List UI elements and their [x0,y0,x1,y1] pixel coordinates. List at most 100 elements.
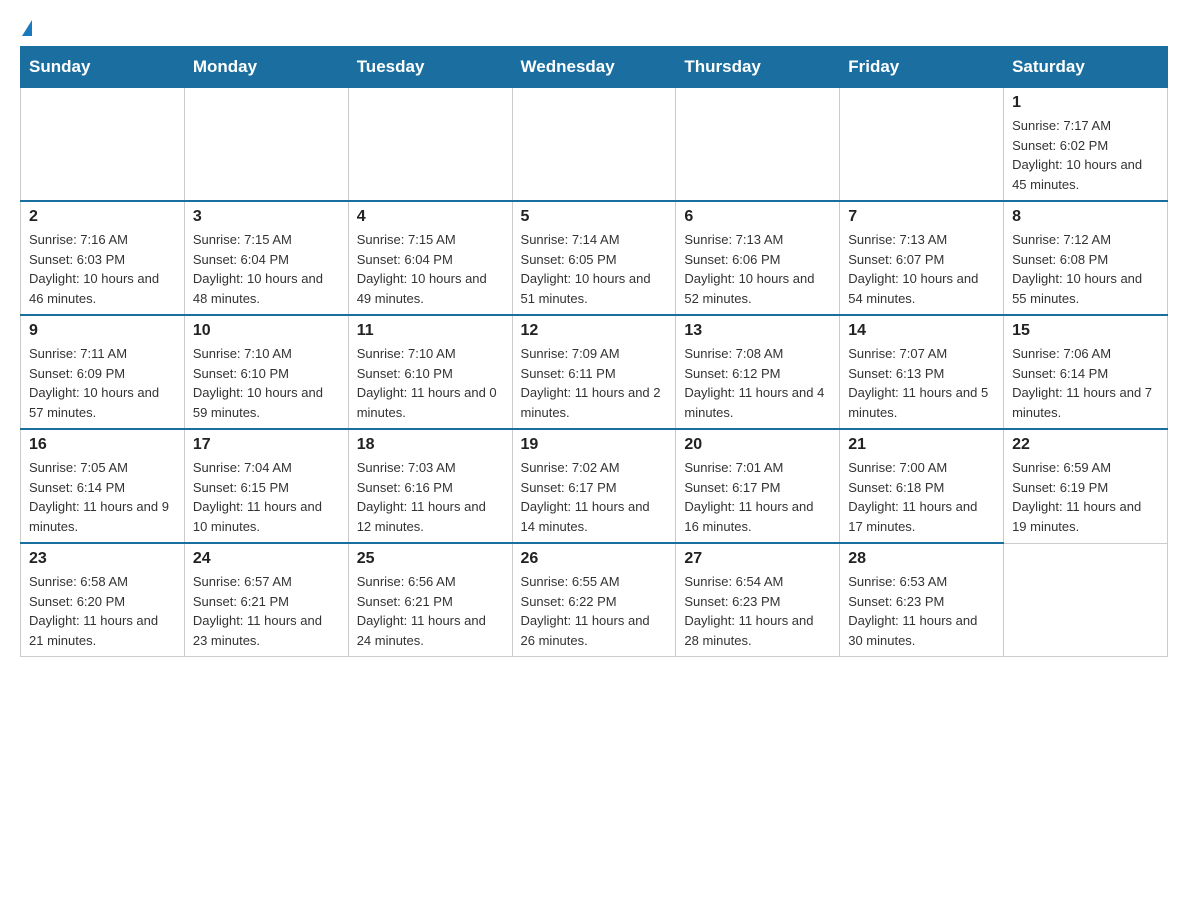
day-info: Sunrise: 6:54 AM Sunset: 6:23 PM Dayligh… [684,572,831,650]
day-number: 20 [684,436,831,454]
day-info: Sunrise: 7:15 AM Sunset: 6:04 PM Dayligh… [357,230,504,308]
calendar-cell: 20 Sunrise: 7:01 AM Sunset: 6:17 PM Dayli… [676,429,840,543]
day-info: Sunrise: 6:58 AM Sunset: 6:20 PM Dayligh… [29,572,176,650]
calendar-cell: 7Sunrise: 7:13 AM Sunset: 6:07 PM Daylig… [840,201,1004,315]
day-number: 5 [521,208,668,226]
logo [20,20,32,36]
day-info: Sunrise: 7:09 AM Sunset: 6:11 PM Dayligh… [521,344,668,422]
day-number: 25 [357,550,504,568]
calendar-cell: 2Sunrise: 7:16 AM Sunset: 6:03 PM Daylig… [21,201,185,315]
calendar-cell: 1 Sunrise: 7:17 AM Sunset: 6:02 PM Daylig… [1004,88,1168,202]
day-number: 17 [193,436,340,454]
day-number: 2 [29,208,176,226]
day-info: Sunrise: 7:13 AM Sunset: 6:06 PM Dayligh… [684,230,831,308]
day-info: Sunrise: 7:17 AM Sunset: 6:02 PM Dayligh… [1012,116,1159,194]
day-header-sunday: Sunday [21,47,185,88]
day-number: 28 [848,550,995,568]
day-header-friday: Friday [840,47,1004,88]
day-number: 24 [193,550,340,568]
calendar-cell: 21 Sunrise: 7:00 AM Sunset: 6:18 PM Dayli… [840,429,1004,543]
day-number: 1 [1012,94,1159,112]
day-info: Sunrise: 6:57 AM Sunset: 6:21 PM Dayligh… [193,572,340,650]
day-number: 3 [193,208,340,226]
calendar-cell: 18 Sunrise: 7:03 AM Sunset: 6:16 PM Dayli… [348,429,512,543]
calendar-table: SundayMondayTuesdayWednesdayThursdayFrid… [20,46,1168,657]
day-number: 4 [357,208,504,226]
calendar-cell: 6 Sunrise: 7:13 AM Sunset: 6:06 PM Daylig… [676,201,840,315]
calendar-cell [21,88,185,202]
day-number: 18 [357,436,504,454]
calendar-cell: 17 Sunrise: 7:04 AM Sunset: 6:15 PM Dayli… [184,429,348,543]
calendar-cell [676,88,840,202]
day-number: 8 [1012,208,1159,226]
day-info: Sunrise: 7:00 AM Sunset: 6:18 PM Dayligh… [848,458,995,536]
calendar-cell: 12 Sunrise: 7:09 AM Sunset: 6:11 PM Dayli… [512,315,676,429]
calendar-cell [348,88,512,202]
calendar-cell: 14 Sunrise: 7:07 AM Sunset: 6:13 PM Dayli… [840,315,1004,429]
day-info: Sunrise: 7:07 AM Sunset: 6:13 PM Dayligh… [848,344,995,422]
day-info: Sunrise: 7:08 AM Sunset: 6:12 PM Dayligh… [684,344,831,422]
day-number: 27 [684,550,831,568]
calendar-cell [1004,543,1168,657]
day-number: 21 [848,436,995,454]
day-info: Sunrise: 7:04 AM Sunset: 6:15 PM Dayligh… [193,458,340,536]
day-info: Sunrise: 7:12 AM Sunset: 6:08 PM Dayligh… [1012,230,1159,308]
day-number: 22 [1012,436,1159,454]
logo-triangle-icon [22,20,32,36]
calendar-cell: 10 Sunrise: 7:10 AM Sunset: 6:10 PM Dayli… [184,315,348,429]
calendar-week-3: 9Sunrise: 7:11 AM Sunset: 6:09 PM Daylig… [21,315,1168,429]
calendar-week-4: 16 Sunrise: 7:05 AM Sunset: 6:14 PM Dayli… [21,429,1168,543]
page-header [20,20,1168,36]
day-info: Sunrise: 7:02 AM Sunset: 6:17 PM Dayligh… [521,458,668,536]
day-info: Sunrise: 7:13 AM Sunset: 6:07 PM Dayligh… [848,230,995,308]
day-info: Sunrise: 7:11 AM Sunset: 6:09 PM Dayligh… [29,344,176,422]
calendar-cell: 22 Sunrise: 6:59 AM Sunset: 6:19 PM Dayli… [1004,429,1168,543]
day-info: Sunrise: 6:59 AM Sunset: 6:19 PM Dayligh… [1012,458,1159,536]
day-header-saturday: Saturday [1004,47,1168,88]
calendar-cell [840,88,1004,202]
day-number: 14 [848,322,995,340]
calendar-cell: 13 Sunrise: 7:08 AM Sunset: 6:12 PM Dayli… [676,315,840,429]
day-info: Sunrise: 7:15 AM Sunset: 6:04 PM Dayligh… [193,230,340,308]
calendar-cell: 8 Sunrise: 7:12 AM Sunset: 6:08 PM Daylig… [1004,201,1168,315]
calendar-week-1: 1 Sunrise: 7:17 AM Sunset: 6:02 PM Daylig… [21,88,1168,202]
day-info: Sunrise: 7:01 AM Sunset: 6:17 PM Dayligh… [684,458,831,536]
calendar-cell: 23 Sunrise: 6:58 AM Sunset: 6:20 PM Dayli… [21,543,185,657]
calendar-cell: 16 Sunrise: 7:05 AM Sunset: 6:14 PM Dayli… [21,429,185,543]
calendar-cell [184,88,348,202]
day-number: 13 [684,322,831,340]
day-number: 23 [29,550,176,568]
calendar-cell: 15Sunrise: 7:06 AM Sunset: 6:14 PM Dayli… [1004,315,1168,429]
calendar-cell: 19 Sunrise: 7:02 AM Sunset: 6:17 PM Dayli… [512,429,676,543]
calendar-cell: 25 Sunrise: 6:56 AM Sunset: 6:21 PM Dayli… [348,543,512,657]
calendar-week-2: 2Sunrise: 7:16 AM Sunset: 6:03 PM Daylig… [21,201,1168,315]
calendar-cell: 3 Sunrise: 7:15 AM Sunset: 6:04 PM Daylig… [184,201,348,315]
calendar-cell [512,88,676,202]
calendar-cell: 5Sunrise: 7:14 AM Sunset: 6:05 PM Daylig… [512,201,676,315]
calendar-week-5: 23 Sunrise: 6:58 AM Sunset: 6:20 PM Dayli… [21,543,1168,657]
calendar-cell: 11Sunrise: 7:10 AM Sunset: 6:10 PM Dayli… [348,315,512,429]
day-info: Sunrise: 7:05 AM Sunset: 6:14 PM Dayligh… [29,458,176,536]
day-header-tuesday: Tuesday [348,47,512,88]
calendar-cell: 4 Sunrise: 7:15 AM Sunset: 6:04 PM Daylig… [348,201,512,315]
day-number: 10 [193,322,340,340]
calendar-header-row: SundayMondayTuesdayWednesdayThursdayFrid… [21,47,1168,88]
day-info: Sunrise: 6:56 AM Sunset: 6:21 PM Dayligh… [357,572,504,650]
day-header-thursday: Thursday [676,47,840,88]
day-header-monday: Monday [184,47,348,88]
day-number: 15 [1012,322,1159,340]
day-info: Sunrise: 6:55 AM Sunset: 6:22 PM Dayligh… [521,572,668,650]
day-number: 6 [684,208,831,226]
day-info: Sunrise: 7:10 AM Sunset: 6:10 PM Dayligh… [357,344,504,422]
day-number: 16 [29,436,176,454]
day-number: 19 [521,436,668,454]
day-header-wednesday: Wednesday [512,47,676,88]
day-info: Sunrise: 7:03 AM Sunset: 6:16 PM Dayligh… [357,458,504,536]
day-number: 12 [521,322,668,340]
day-number: 26 [521,550,668,568]
day-info: Sunrise: 7:10 AM Sunset: 6:10 PM Dayligh… [193,344,340,422]
calendar-cell: 28Sunrise: 6:53 AM Sunset: 6:23 PM Dayli… [840,543,1004,657]
calendar-cell: 26 Sunrise: 6:55 AM Sunset: 6:22 PM Dayli… [512,543,676,657]
calendar-cell: 27 Sunrise: 6:54 AM Sunset: 6:23 PM Dayli… [676,543,840,657]
calendar-cell: 9Sunrise: 7:11 AM Sunset: 6:09 PM Daylig… [21,315,185,429]
